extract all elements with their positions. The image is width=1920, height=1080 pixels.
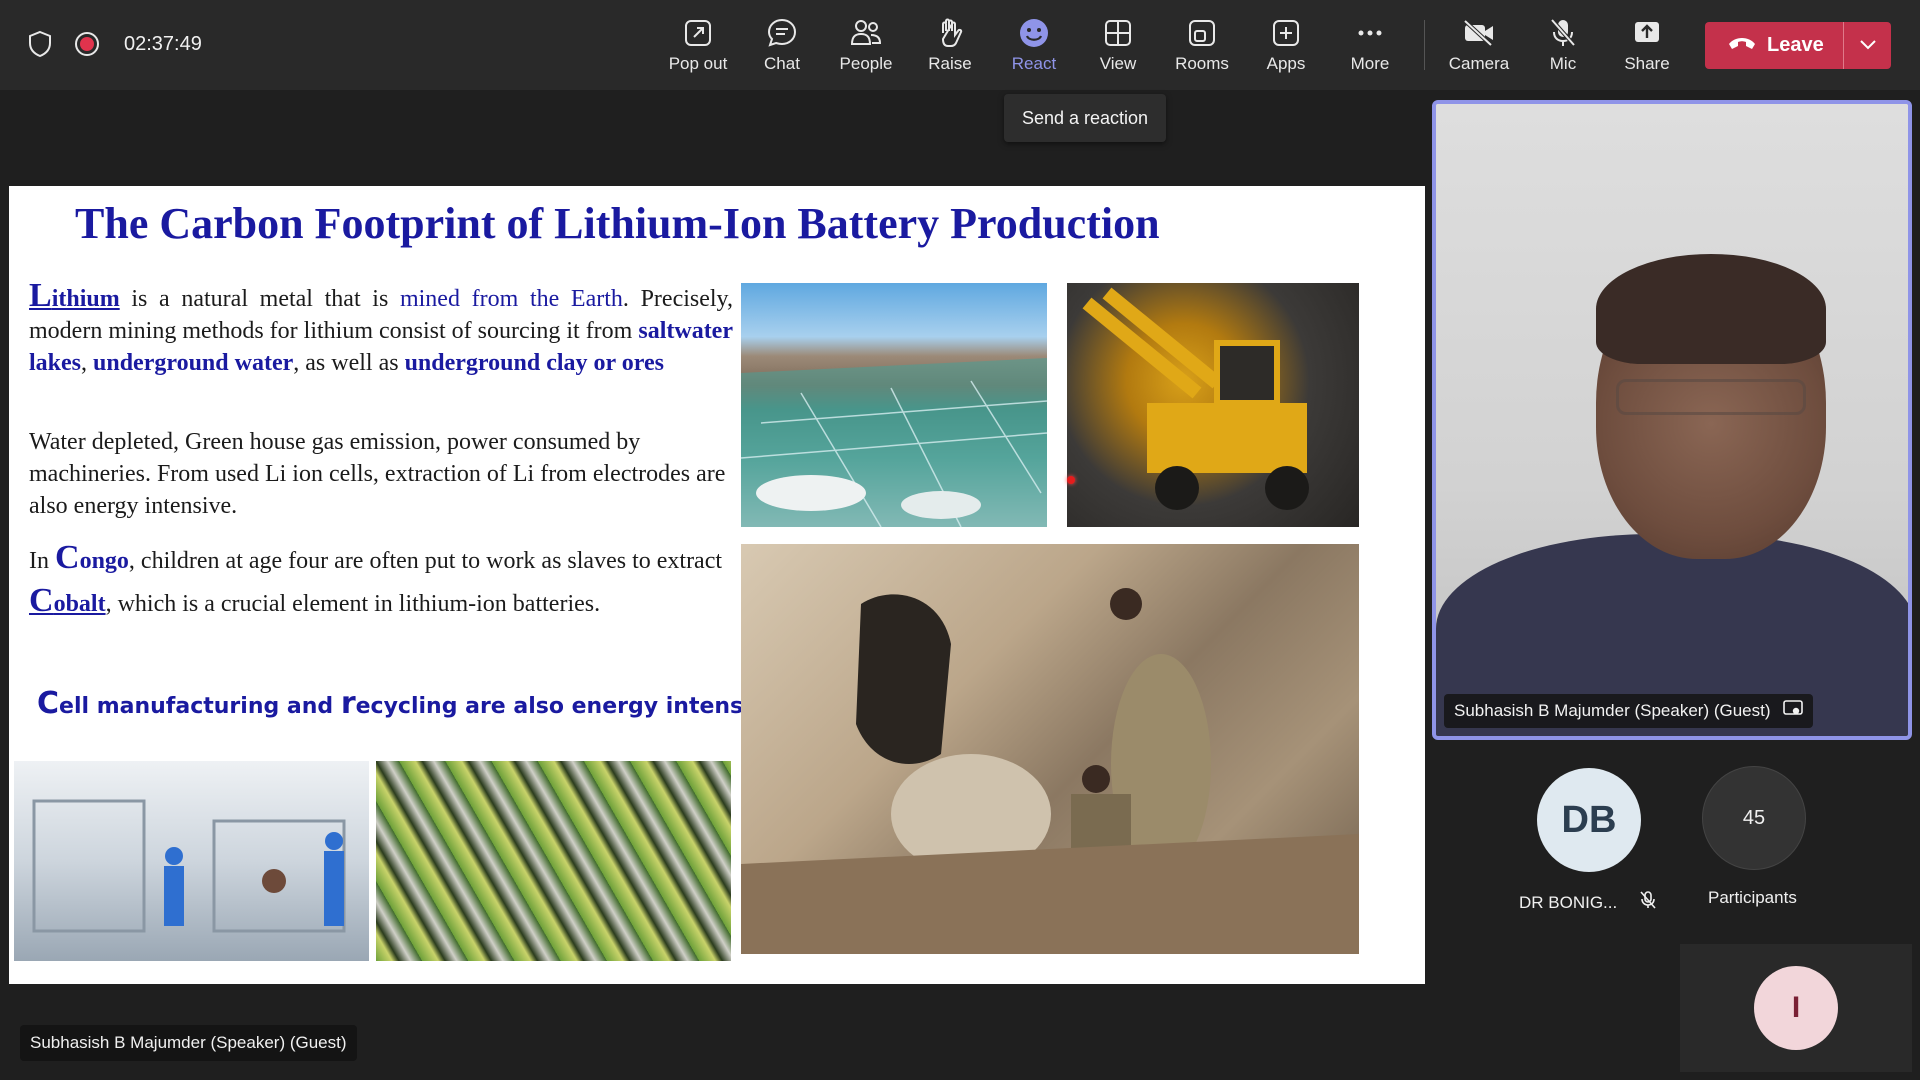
rooms-label: Rooms bbox=[1175, 54, 1229, 73]
raise-hand-button[interactable]: Raise bbox=[908, 0, 992, 90]
rooms-icon bbox=[1185, 16, 1219, 50]
meeting-toolbar: 02:37:49 Pop out Chat People Raise React… bbox=[0, 0, 1920, 90]
used-batteries-photo bbox=[376, 761, 731, 961]
speaker-video-tile[interactable]: Subhasish B Majumder (Speaker) (Guest) bbox=[1432, 100, 1912, 740]
apps-label: Apps bbox=[1266, 54, 1306, 73]
participant-avatar-i[interactable]: I bbox=[1754, 966, 1838, 1050]
people-button[interactable]: People bbox=[824, 0, 908, 90]
mic-off-icon bbox=[1546, 16, 1580, 50]
mic-button[interactable]: Mic bbox=[1521, 0, 1605, 90]
view-label: View bbox=[1099, 54, 1137, 73]
meeting-timer: 02:37:49 bbox=[124, 32, 202, 55]
cell-factory-photo bbox=[14, 761, 369, 961]
people-icon bbox=[849, 16, 883, 50]
leave-button-group: Leave bbox=[1705, 22, 1891, 69]
view-button[interactable]: View bbox=[1076, 0, 1160, 90]
salt-flats-photo bbox=[741, 283, 1047, 527]
react-label: React bbox=[1011, 54, 1057, 73]
camera-label: Camera bbox=[1448, 54, 1510, 73]
recording-icon bbox=[74, 31, 100, 57]
participant-count-button[interactable]: 45 bbox=[1702, 766, 1806, 870]
mic-label: Mic bbox=[1549, 54, 1577, 73]
manufacturing-heading: Cell manufacturing and recycling are als… bbox=[37, 686, 780, 721]
leave-button[interactable]: Leave bbox=[1705, 22, 1843, 69]
phone-hangup-icon bbox=[1727, 34, 1757, 58]
shared-slide: The Carbon Footprint of Lithium-Ion Batt… bbox=[9, 186, 1425, 984]
apps-plus-icon bbox=[1269, 16, 1303, 50]
participant-name-db: DR BONIG... bbox=[1519, 890, 1657, 915]
mic-off-icon bbox=[1639, 890, 1657, 915]
camera-off-icon bbox=[1462, 16, 1496, 50]
participant-avatar-db[interactable]: DB bbox=[1537, 768, 1641, 872]
lithium-heading: Lithium bbox=[29, 277, 120, 314]
meeting-status: 02:37:49 bbox=[28, 30, 202, 58]
reaction-tooltip: Send a reaction bbox=[1004, 94, 1166, 142]
video-name-label: Subhasish B Majumder (Speaker) (Guest) bbox=[1454, 701, 1771, 720]
mined-phrase: mined from the Earth bbox=[399, 286, 623, 312]
clay-phrase: underground clay or ores bbox=[404, 350, 664, 376]
chat-icon bbox=[765, 16, 799, 50]
participant-count-label: Participants bbox=[1708, 888, 1797, 907]
share-button[interactable]: Share bbox=[1605, 0, 1689, 90]
chat-label: Chat bbox=[764, 54, 800, 73]
congo-word: Congo bbox=[55, 539, 129, 576]
camera-button[interactable]: Camera bbox=[1437, 0, 1521, 90]
more-dots-icon bbox=[1353, 16, 1387, 50]
cobalt-word: Cobalt bbox=[29, 582, 106, 619]
water-phrase: underground water bbox=[93, 350, 294, 376]
video-name-tag: Subhasish B Majumder (Speaker) (Guest) bbox=[1444, 694, 1813, 728]
react-button[interactable]: React bbox=[992, 0, 1076, 90]
more-label: More bbox=[1350, 54, 1390, 73]
speaker-hair bbox=[1596, 254, 1826, 364]
emission-paragraph: Water depleted, Green house gas emission… bbox=[29, 429, 726, 519]
laser-pointer-dot bbox=[1067, 476, 1075, 484]
slide-title: The Carbon Footprint of Lithium-Ion Batt… bbox=[75, 199, 1160, 248]
share-label: Share bbox=[1624, 54, 1670, 73]
pop-out-icon bbox=[681, 16, 715, 50]
cobalt-mine-photo bbox=[741, 544, 1359, 954]
rooms-button[interactable]: Rooms bbox=[1160, 0, 1244, 90]
apps-button[interactable]: Apps bbox=[1244, 0, 1328, 90]
raise-hand-icon bbox=[933, 16, 967, 50]
speaker-glasses bbox=[1616, 379, 1806, 415]
pop-out-button[interactable]: Pop out bbox=[656, 0, 740, 90]
people-label: People bbox=[839, 54, 893, 73]
congo-paragraph: In Congo, children at age four are often… bbox=[29, 539, 723, 619]
leave-options-button[interactable] bbox=[1844, 22, 1891, 69]
more-button[interactable]: More bbox=[1328, 0, 1412, 90]
lithium-paragraph: Lithium is a natural metal that is mined… bbox=[29, 277, 733, 377]
chat-button[interactable]: Chat bbox=[740, 0, 824, 90]
raise-hand-label: Raise bbox=[928, 54, 972, 73]
toolbar-divider bbox=[1424, 20, 1425, 70]
presenter-name-tag: Subhasish B Majumder (Speaker) (Guest) bbox=[20, 1025, 357, 1061]
shield-icon[interactable] bbox=[28, 30, 52, 58]
smiley-icon bbox=[1017, 16, 1051, 50]
screen-share-icon bbox=[1782, 699, 1803, 723]
share-icon bbox=[1630, 16, 1664, 50]
pop-out-label: Pop out bbox=[668, 54, 728, 73]
mining-drill-photo bbox=[1067, 283, 1359, 527]
grid-icon bbox=[1101, 16, 1135, 50]
toolbar-actions: Pop out Chat People Raise React View Roo… bbox=[656, 0, 1689, 90]
leave-label: Leave bbox=[1767, 34, 1824, 56]
chevron-down-icon bbox=[1859, 37, 1877, 55]
